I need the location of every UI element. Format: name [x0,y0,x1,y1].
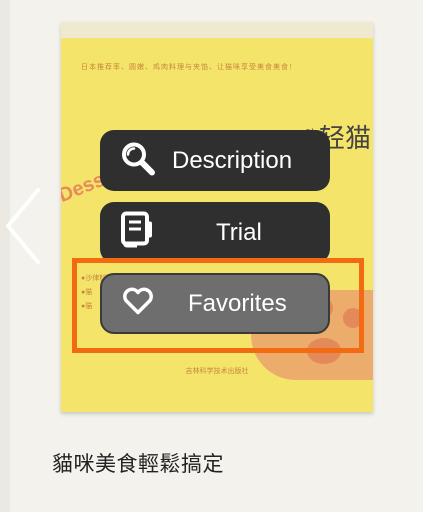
cover-topbar [61,22,373,38]
book-icon [120,211,154,254]
magnifier-icon [120,140,156,181]
description-button[interactable]: Description [100,130,330,191]
cover-publisher: 吉林科学技术出版社 [185,368,249,375]
cover-blurb: 日本推荐率、圆嫩、鸡肉料理与夹馅、让猫咪享受美食美食！ [81,64,297,71]
trial-label: Trial [216,218,262,246]
chevron-left-icon [6,188,40,264]
description-label: Description [172,146,293,174]
trial-button[interactable]: Trial [100,202,330,263]
favorites-highlight [72,258,364,353]
book-title[interactable]: 貓咪美食輕鬆搞定 [52,448,224,478]
prev-arrow[interactable] [2,186,44,266]
